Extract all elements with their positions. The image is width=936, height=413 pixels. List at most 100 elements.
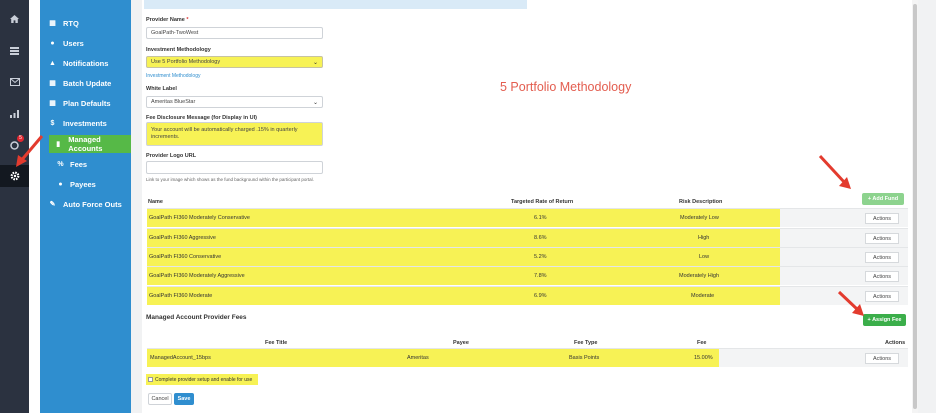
table-row: GoalPath FI360 Moderate 6.9% Moderate Ac…	[147, 286, 908, 305]
row-highlight	[147, 248, 780, 266]
sidebar-item-rtq[interactable]: ▦ RTQ	[40, 14, 131, 32]
fee-disclosure-textarea[interactable]: Your account will be automatically charg…	[146, 122, 323, 146]
provider-name-label: Provider Name *	[146, 17, 189, 23]
sidebar-item-batch-update[interactable]: ▦ Batch Update	[40, 74, 131, 92]
sidebar-item-label: Auto Force Outs	[63, 199, 122, 209]
percent-icon: %	[57, 160, 64, 168]
white-label-select[interactable]: Ameritas BlueStar ⌄	[146, 96, 323, 108]
investment-methodology-select[interactable]: Use 5 Portfolio Methodology ⌄	[146, 56, 323, 68]
table-icon: ▦	[49, 20, 56, 27]
fees-section-title: Managed Account Provider Fees	[146, 314, 247, 321]
edit-icon: ✎	[49, 201, 56, 208]
save-button[interactable]: Save	[174, 393, 194, 405]
provider-name-input[interactable]: GoalPath-TwoWest	[146, 27, 323, 39]
row-highlight	[147, 229, 780, 247]
sidebar-item-label: Investments	[63, 118, 107, 128]
cell-fee-title: ManagedAccount_15bps	[150, 355, 211, 361]
annotation-arrow-gear	[16, 135, 44, 167]
chevron-down-icon: ⌄	[312, 99, 318, 106]
sidebar-item-label: Batch Update	[63, 78, 112, 88]
actions-dropdown[interactable]: Actions	[865, 213, 899, 224]
cell-risk: Moderately High	[679, 273, 720, 279]
sidebar: ▦ RTQ ● Users ▲ Notifications ▦ Batch Update…	[40, 0, 137, 413]
cell-risk: Moderate	[691, 293, 715, 299]
sidebar-item-label: RTQ	[63, 18, 79, 28]
row-highlight	[147, 287, 780, 305]
annotation-text: 5 Portfolio Methodology	[500, 80, 632, 94]
sidebar-item-investments[interactable]: $ Investments	[40, 114, 131, 132]
sidebar-item-users[interactable]: ● Users	[40, 34, 131, 52]
dollar-icon: $	[50, 119, 55, 127]
annotation-arrow-add-fund	[818, 154, 851, 189]
list-icon[interactable]	[0, 40, 29, 62]
white-label-label: White Label	[146, 86, 177, 92]
sidebar-item-label: Users	[63, 38, 84, 48]
top-strip	[144, 0, 527, 9]
complete-setup-label: Complete provider setup and enable for u…	[155, 377, 253, 383]
bell-icon: ▲	[49, 59, 56, 67]
cell-name: GoalPath FI360 Aggressive	[149, 235, 216, 241]
cell-rate: 7.8%	[534, 273, 547, 279]
actions-dropdown[interactable]: Actions	[865, 252, 899, 263]
sidebar-item-managed-accounts[interactable]: ▮ Managed Accounts	[49, 135, 137, 153]
home-icon[interactable]	[0, 8, 29, 30]
actions-dropdown[interactable]: Actions	[865, 271, 899, 282]
column-header-risk: Risk Description	[679, 199, 723, 205]
column-header-fee-type: Fee Type	[574, 340, 598, 346]
cell-name: GoalPath FI360 Conservative	[149, 254, 222, 260]
column-header-actions: Actions	[885, 340, 906, 346]
chart-icon[interactable]	[0, 103, 29, 125]
table-row: GoalPath FI360 Moderately Aggressive 7.8…	[147, 266, 908, 285]
table-row: ManagedAccount_15bps Ameritas Basis Poin…	[147, 348, 908, 367]
chart-icon: ▮	[56, 141, 61, 148]
inbox-icon[interactable]	[0, 71, 29, 93]
sidebar-item-label: Plan Defaults	[63, 98, 111, 108]
investment-methodology-label: Investment Methodology	[146, 47, 211, 53]
chevron-down-icon: ⌄	[312, 59, 318, 66]
column-header-payee: Payee	[453, 340, 469, 346]
complete-setup-checkbox[interactable]	[148, 377, 153, 382]
cell-name: GoalPath FI360 Moderate	[149, 293, 213, 299]
investment-methodology-link[interactable]: Investment Methodology	[146, 73, 200, 79]
logo-url-input[interactable]	[146, 161, 323, 174]
table-icon: ▦	[49, 100, 56, 107]
table-row: GoalPath FI360 Moderately Conservative 6…	[147, 208, 908, 227]
add-fund-button[interactable]: + Add Fund	[862, 193, 904, 205]
column-header-name: Name	[148, 199, 163, 205]
icon-rail: 5	[0, 0, 29, 413]
cell-rate: 5.2%	[534, 254, 547, 260]
cell-rate: 6.1%	[534, 215, 547, 221]
cancel-button[interactable]: Cancel	[148, 393, 172, 405]
sidebar-item-plan-defaults[interactable]: ▦ Plan Defaults	[40, 94, 131, 112]
sidebar-item-notifications[interactable]: ▲ Notifications	[40, 54, 131, 72]
sidebar-item-label: Managed Accounts	[68, 135, 103, 153]
sidebar-item-label: Payees	[70, 179, 96, 189]
users-icon: ●	[50, 39, 55, 47]
scrollbar-thumb[interactable]	[913, 4, 917, 409]
logo-url-label: Provider Logo URL	[146, 153, 197, 159]
column-header-rate: Targeted Rate of Return	[511, 199, 574, 205]
row-highlight	[147, 349, 719, 367]
sidebar-item-label: Fees	[70, 159, 88, 169]
cell-fee: 15.00%	[694, 355, 713, 361]
logo-url-help: Link to your image which shows as the fu…	[146, 177, 314, 182]
cell-fee-type: Basis Points	[569, 355, 600, 361]
cell-risk: Low	[699, 254, 710, 260]
main-panel: Provider Name * GoalPath-TwoWest Investm…	[131, 0, 936, 413]
sidebar-item-auto-force-outs[interactable]: ✎ Auto Force Outs	[40, 195, 131, 213]
cell-rate: 6.9%	[534, 293, 547, 299]
table-icon: ▦	[49, 80, 56, 87]
content-card: Provider Name * GoalPath-TwoWest Investm…	[142, 0, 916, 413]
actions-dropdown[interactable]: Actions	[865, 291, 899, 302]
fee-disclosure-label: Fee Disclosure Message (for Display in U…	[146, 115, 257, 121]
cell-name: GoalPath FI360 Moderately Conservative	[149, 215, 250, 221]
sidebar-item-fees[interactable]: % Fees	[40, 155, 131, 173]
column-header-fee: Fee	[697, 340, 707, 346]
annotation-arrow-assign-fee	[837, 290, 864, 316]
actions-dropdown[interactable]: Actions	[865, 233, 899, 244]
actions-dropdown[interactable]: Actions	[865, 353, 899, 364]
assign-fee-button[interactable]: + Assign Fee	[863, 314, 906, 326]
sidebar-item-payees[interactable]: ● Payees	[40, 175, 131, 193]
table-row: GoalPath FI360 Aggressive 8.6% High Acti…	[147, 228, 908, 247]
cell-rate: 8.6%	[534, 235, 547, 241]
